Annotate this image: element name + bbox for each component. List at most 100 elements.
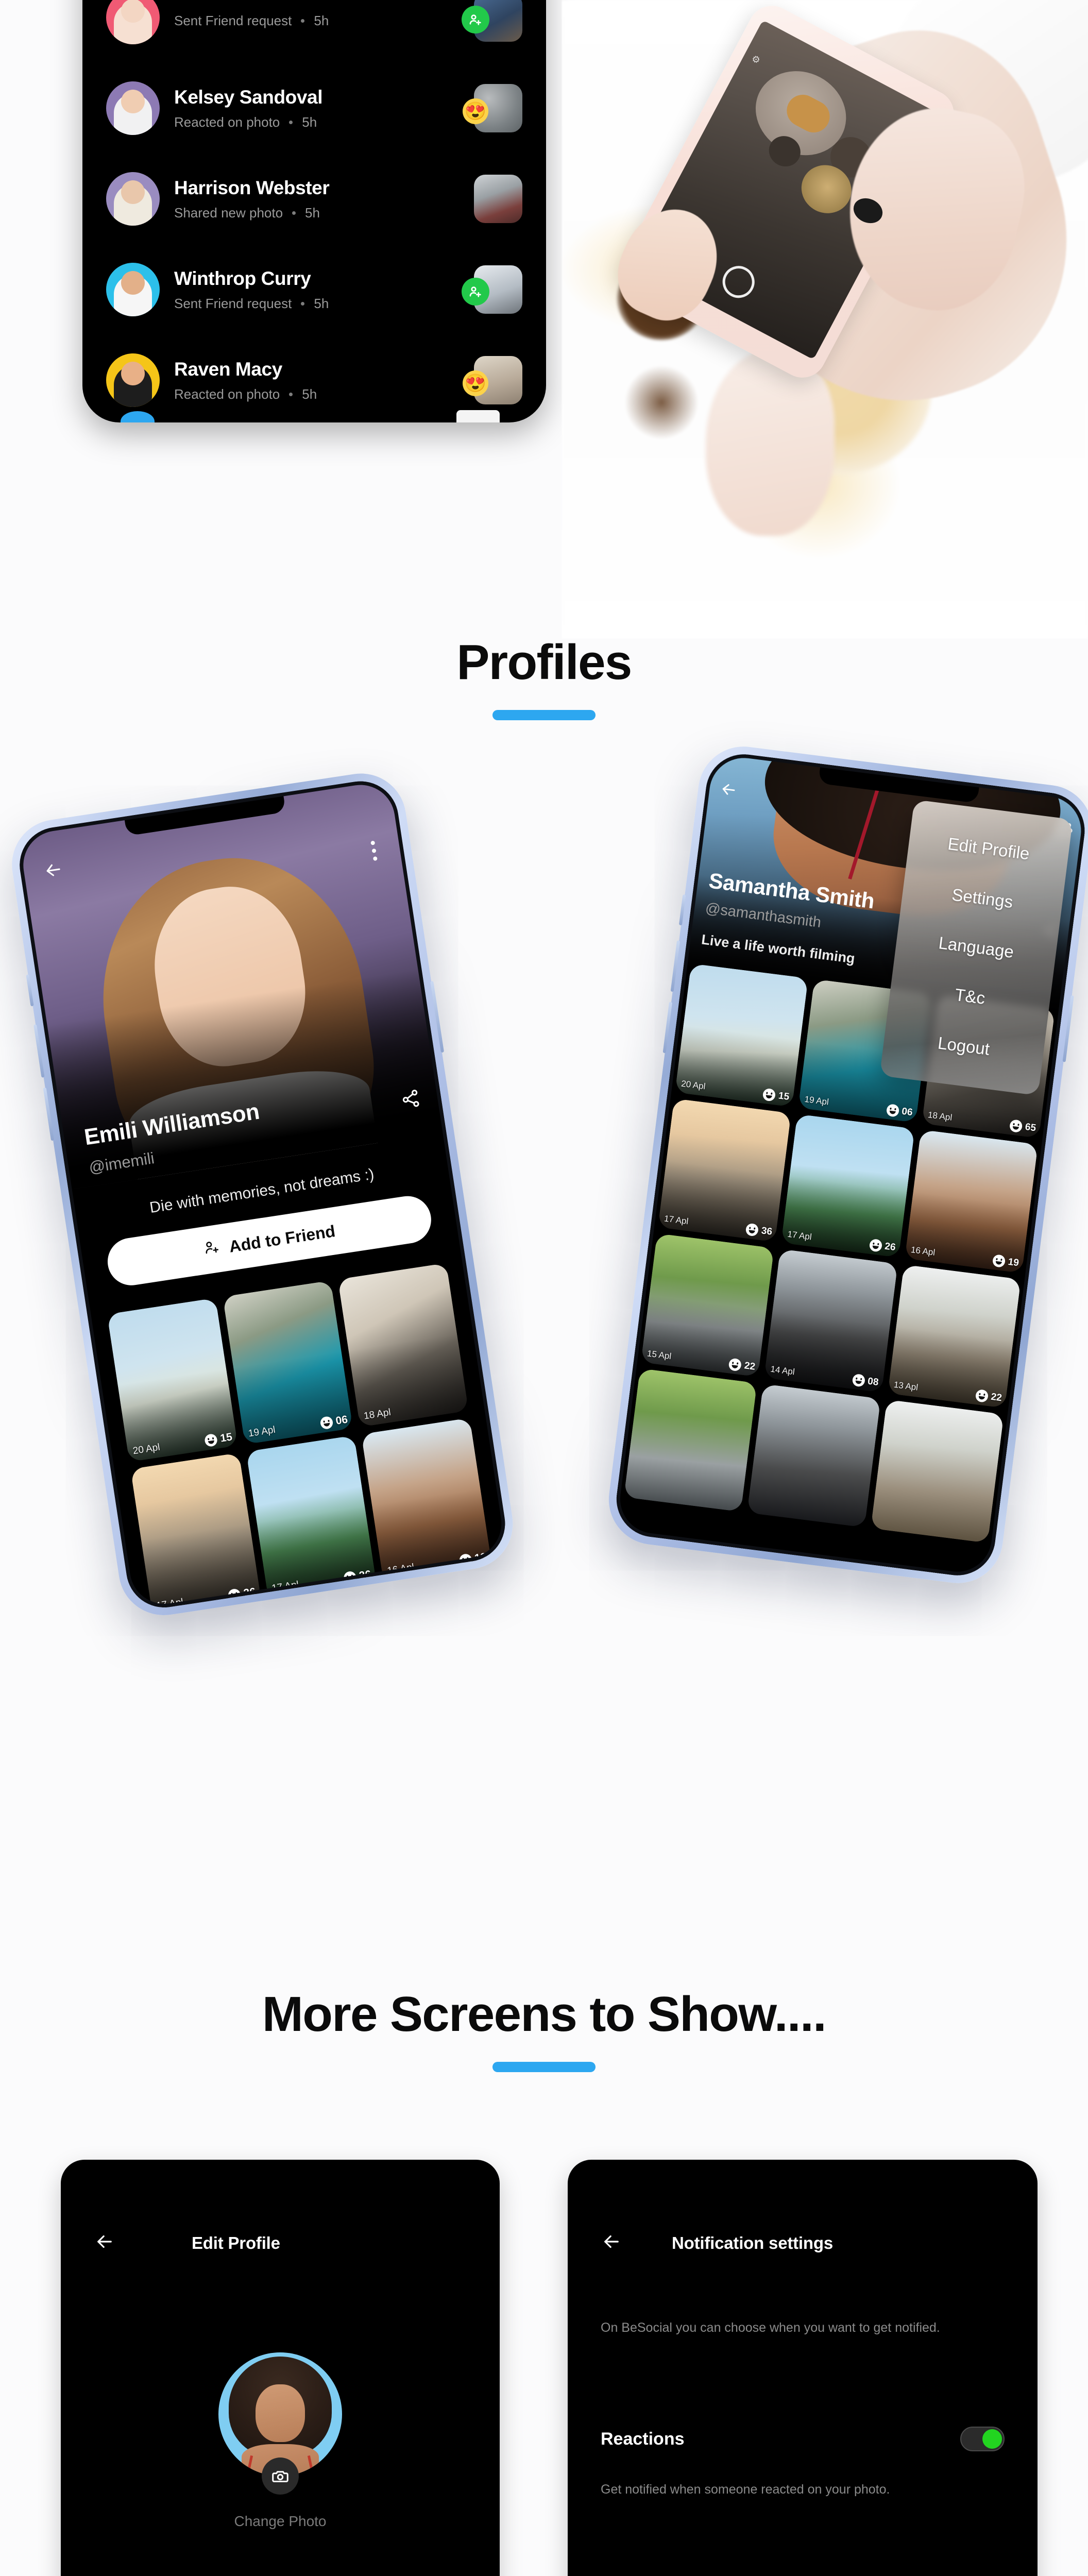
photo-cell[interactable] [870, 1399, 1004, 1544]
heart-eyes-emoji-icon: 😍 [463, 370, 488, 396]
photo-cell[interactable]: 17 Apl 36 [130, 1452, 261, 1613]
add-to-friend-label: Add to Friend [228, 1221, 337, 1256]
back-arrow-icon[interactable] [94, 2231, 115, 2255]
photo-cell[interactable]: 16 Apl 19 [904, 1129, 1039, 1274]
notification-action: Reacted on photo [174, 386, 280, 402]
separator-dot [301, 302, 305, 306]
photo-cell[interactable]: 18 Apl [337, 1263, 469, 1427]
page-title: Notification settings [672, 2233, 833, 2252]
notification-thumbnail[interactable] [462, 265, 522, 314]
avatar [106, 263, 160, 316]
notification-thumbnail[interactable]: 😍 [463, 84, 522, 132]
notification-action: Sent Friend request [174, 296, 292, 312]
shutter-button[interactable] [717, 260, 760, 304]
menu-item-language[interactable]: Language [938, 933, 1015, 962]
menu-item-edit-profile[interactable]: Edit Profile [947, 834, 1031, 864]
menu-item-logout[interactable]: Logout [937, 1033, 991, 1059]
smiley-icon [745, 1223, 759, 1237]
smiley-icon [319, 1415, 334, 1430]
menu-item-tnc[interactable]: T&c [954, 985, 987, 1008]
avatar [106, 0, 160, 44]
notification-time: 5h [314, 13, 329, 29]
section-more-screens-heading: More Screens to Show.... [0, 1990, 1088, 2072]
notification-row[interactable]: Harrison Webster Shared new photo 5h [106, 154, 522, 244]
section-underline [492, 710, 596, 720]
photo-cell[interactable] [747, 1384, 881, 1528]
photo-grid[interactable]: 20 Apl 15 19 Apl 06 18 Apl 17 Apl 36 17 … [88, 1260, 510, 1613]
notification-settings-screen: Notification settings On BeSocial you ca… [568, 2160, 1038, 2576]
friend-add-icon [462, 6, 489, 33]
notification-settings-intro: On BeSocial you can choose when you want… [601, 2320, 940, 2335]
heart-eyes-emoji-icon: 😍 [463, 98, 488, 124]
smiley-icon [992, 1254, 1006, 1268]
notification-thumbnail[interactable]: 😍 [463, 356, 522, 404]
smiley-icon [762, 1088, 776, 1102]
photo-cell[interactable]: 20 Apl 15 [107, 1298, 238, 1462]
smiley-icon [728, 1358, 742, 1372]
photo-cell[interactable] [623, 1368, 757, 1512]
photo-cell[interactable]: 17 Apl 36 [658, 1098, 792, 1242]
notification-name: Winthrop Curry [174, 267, 311, 289]
smiley-icon [869, 1238, 882, 1252]
separator-dot [289, 393, 293, 397]
edit-profile-header: Edit Profile [61, 2231, 500, 2255]
notification-time: 5h [302, 386, 317, 402]
photo-cell[interactable]: 17 Apl 26 [246, 1435, 377, 1600]
notification-row[interactable]: Raven Macy Reacted on photo 5h 😍 [106, 335, 522, 422]
camera-icon[interactable] [262, 2458, 299, 2495]
photo-cell[interactable]: 17 Apl 26 [781, 1114, 915, 1258]
photo-cell[interactable]: 15 Apl 22 [640, 1233, 775, 1377]
smiley-icon [851, 1373, 865, 1387]
smiley-icon [343, 1570, 358, 1585]
setting-description: Get notified when someone reacted on you… [601, 2482, 890, 2497]
photo-cell[interactable]: 16 Apl 19 [361, 1417, 492, 1582]
smiley-icon [458, 1553, 473, 1567]
avatar [106, 353, 160, 407]
smiley-icon [886, 1103, 899, 1117]
notification-name: Raven Macy [174, 358, 282, 380]
notification-row[interactable]: Winthrop Curry Sent Friend request 5h [106, 244, 522, 335]
notification-text: Harrison Webster Shared new photo 5h [174, 177, 460, 221]
notification-meta: Sent Friend request 5h [174, 296, 460, 311]
settings-icon: ⚙ [750, 53, 762, 66]
friend-add-icon [462, 278, 489, 306]
photo-cell[interactable]: 19 Apl 06 [222, 1280, 353, 1445]
setting-label: Reactions [601, 2429, 685, 2449]
menu-item-settings[interactable]: Settings [951, 885, 1014, 912]
second-hand [706, 350, 835, 536]
smiley-icon [975, 1388, 989, 1403]
separator-dot [289, 121, 293, 125]
notification-settings-header: Notification settings [568, 2231, 1038, 2255]
avatar [106, 172, 160, 226]
change-photo-label[interactable]: Change Photo [61, 2513, 500, 2530]
notification-list[interactable]: Sent Friend request 5h Kelsey Sandoval R… [82, 0, 546, 422]
notification-text: Kelsey Sandoval Reacted on photo 5h [174, 87, 460, 130]
notification-row[interactable]: Sent Friend request 5h [106, 0, 522, 63]
photo-cell[interactable]: 14 Apl 08 [764, 1249, 898, 1393]
notification-row[interactable]: Kelsey Sandoval Reacted on photo 5h 😍 [106, 63, 522, 154]
smiley-icon [227, 1588, 242, 1602]
section-title: Profiles [456, 635, 632, 690]
profile-phone-emili: Emili Williamson @imemili Die with memor… [6, 767, 519, 1622]
notification-time: 5h [314, 296, 329, 312]
setting-row-reactions[interactable]: Reactions [601, 2427, 1005, 2451]
photo-cell[interactable]: 20 Apl 15 [675, 963, 809, 1107]
back-arrow-icon[interactable] [601, 2231, 622, 2255]
back-arrow-icon[interactable] [718, 779, 739, 802]
notification-meta: Reacted on photo 5h [174, 115, 460, 130]
notification-thumbnail[interactable] [462, 0, 522, 42]
section-title: More Screens to Show.... [262, 1987, 827, 2042]
notification-meta: Reacted on photo 5h [174, 387, 460, 402]
separator-dot [301, 19, 305, 23]
notification-thumbnail[interactable] [474, 175, 522, 223]
smiley-icon [1009, 1119, 1023, 1133]
notification-action: Sent Friend request [174, 13, 292, 29]
share-icon[interactable] [399, 1088, 422, 1113]
back-arrow-icon[interactable] [42, 858, 65, 884]
avatar [106, 81, 160, 135]
photo-cell[interactable]: 13 Apl 22 [887, 1264, 1021, 1409]
reactions-toggle[interactable] [960, 2427, 1005, 2451]
notification-time: 5h [302, 114, 317, 130]
notification-text: Sent Friend request 5h [174, 7, 460, 28]
notification-name: Harrison Webster [174, 177, 330, 198]
